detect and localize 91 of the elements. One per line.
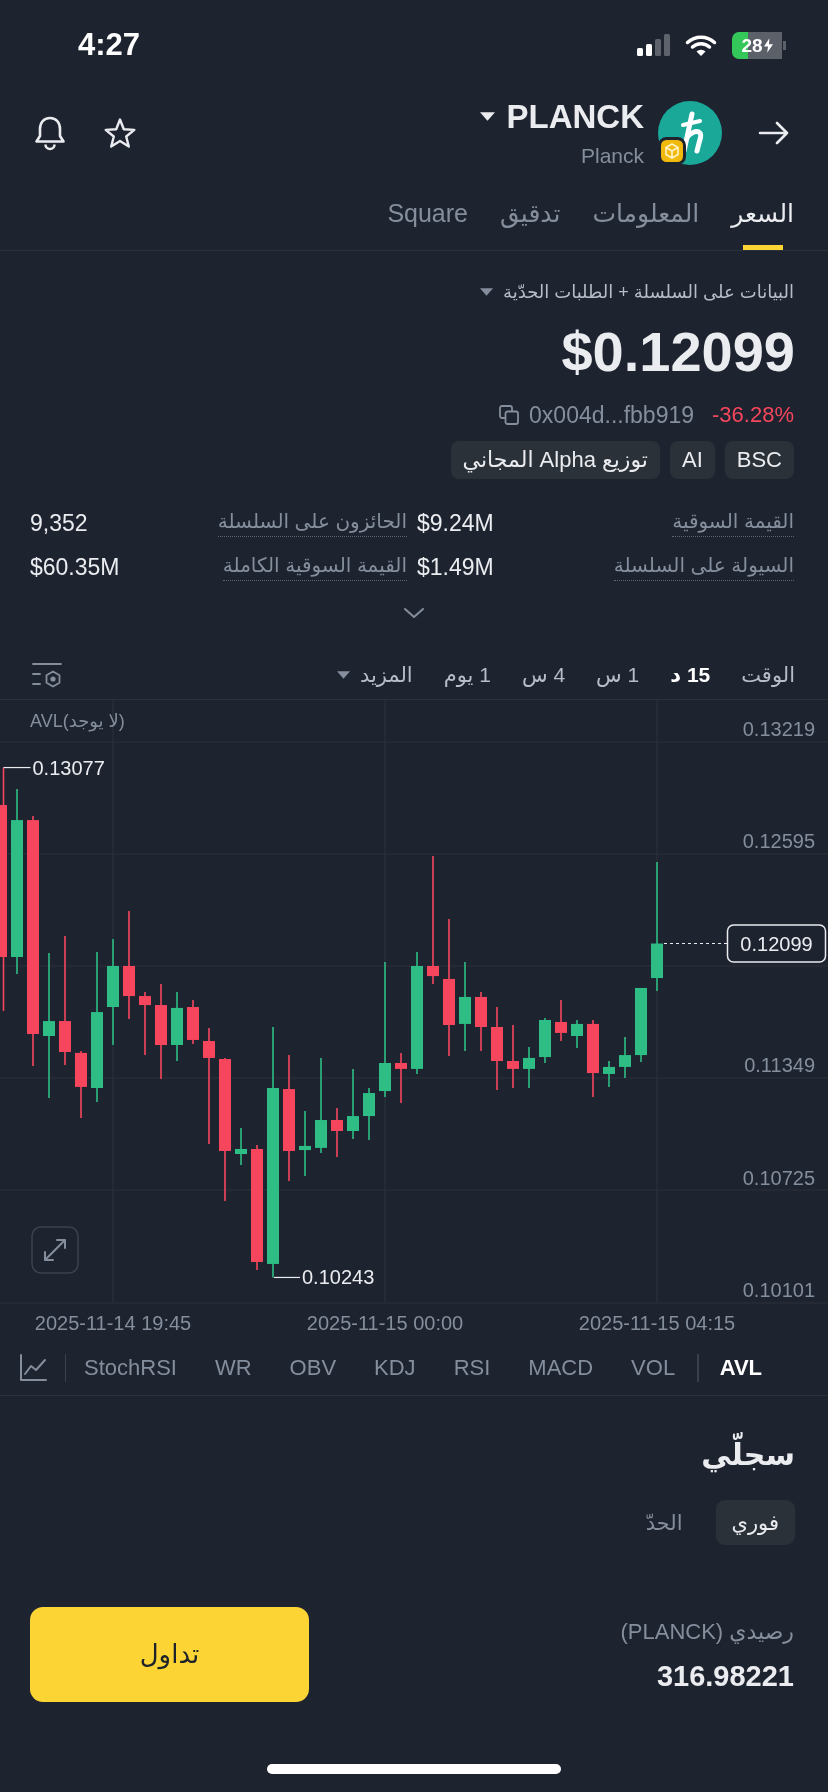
trade-button[interactable]: تداول (30, 1607, 309, 1702)
high-price-label: 0.13077 (32, 756, 105, 779)
stat-value: $9.24M (417, 509, 494, 537)
more-intervals-button[interactable]: المزيد (336, 662, 413, 687)
symbol-selector[interactable]: PLANCK (479, 98, 644, 135)
candle (539, 1017, 551, 1064)
caret-down-icon (480, 288, 494, 296)
tag: AI (669, 441, 715, 479)
price-leader-line (663, 942, 728, 945)
price-axis-label: 0.10725 (742, 1166, 815, 1189)
candle (603, 1060, 615, 1088)
time-axis-label: 2025-11-15 00:00 (306, 1312, 464, 1334)
indicator-tab[interactable]: AVL (719, 1354, 762, 1381)
price-change: -36.28% (712, 402, 794, 428)
wifi-icon (685, 33, 717, 57)
copy-icon[interactable] (499, 405, 520, 425)
token-name: Planck (580, 143, 644, 168)
candle (363, 1087, 375, 1141)
interval-tab[interactable]: 4 س (521, 662, 566, 687)
tag: BSC (724, 441, 794, 479)
candle (187, 999, 199, 1045)
tag: توزيع Alpha المجاني (450, 441, 660, 479)
candle (75, 1050, 87, 1119)
order-type-tab[interactable]: الحدّ (629, 1500, 699, 1545)
interval-label: الوقت (741, 662, 795, 687)
signal-icon (637, 34, 670, 56)
stat-label: السيولة على السلسلة (613, 553, 794, 581)
indicator-tab[interactable]: WR (214, 1354, 252, 1381)
indicator-tab[interactable]: VOL (631, 1354, 676, 1381)
candle (475, 991, 487, 1052)
last-price-tag: 0.12099 (726, 924, 827, 963)
tab[interactable]: السعر (731, 176, 794, 250)
indicator-tab[interactable]: RSI (453, 1354, 491, 1381)
caret-down-icon (336, 670, 350, 679)
charging-bolt-icon (763, 37, 773, 53)
line-chart-icon[interactable] (18, 1353, 47, 1382)
leader-line (273, 1276, 301, 1279)
candle (139, 991, 151, 1056)
candle (299, 1110, 311, 1177)
candle (619, 1036, 631, 1079)
price-axis-label: 0.13219 (742, 718, 815, 740)
fullscreen-button[interactable] (31, 1226, 79, 1274)
contract-address: 0x004d...fbb919 (529, 401, 695, 429)
candle (395, 1052, 407, 1104)
candle (571, 1019, 583, 1049)
indicator-tab[interactable]: KDJ (374, 1354, 416, 1381)
candle (523, 1046, 535, 1089)
interval-tab[interactable]: 15 د (670, 662, 711, 687)
data-source-selector[interactable]: البيانات على السلسلة + الطلبات الحدّية (480, 277, 794, 307)
caret-down-icon (479, 112, 495, 121)
section-title: سجلّي (701, 1432, 795, 1478)
balance-value: 316.98221 (656, 1658, 794, 1693)
indicator-label: AVL(لا يوجد) (30, 711, 125, 731)
chart-settings-icon[interactable] (32, 661, 62, 688)
tab[interactable]: Square (387, 176, 468, 250)
low-price-label: 0.10243 (302, 1266, 375, 1289)
price-value: $0.12099 (561, 320, 795, 384)
price-axis-label: 0.10101 (742, 1279, 815, 1301)
candle (171, 991, 183, 1062)
candle (507, 1024, 519, 1089)
balance-label: رصيدي (PLANCK) (620, 1617, 794, 1646)
price-axis-label: 0.11349 (744, 1054, 815, 1077)
status-time: 4:27 (78, 27, 141, 63)
candle (347, 1068, 359, 1140)
candle (235, 1127, 247, 1166)
candle (555, 999, 567, 1042)
time-axis-label: 2025-11-14 19:45 (34, 1312, 192, 1334)
tab[interactable]: تدقيق (500, 176, 561, 250)
star-icon[interactable] (103, 116, 137, 150)
chevron-down-icon[interactable] (403, 607, 425, 619)
arrow-right-icon[interactable] (758, 121, 790, 145)
stat-label: الحائزون على السلسلة (217, 509, 407, 537)
stat-label: القيمة السوقية الكاملة (222, 553, 407, 581)
order-type-tab[interactable]: فوري (715, 1500, 795, 1545)
leader-line (2, 766, 32, 769)
stat-value: 9,352 (30, 509, 88, 537)
interval-tab[interactable]: 1 س (596, 662, 640, 687)
time-axis-label: 2025-11-15 04:15 (578, 1312, 736, 1334)
notification-bell-icon[interactable] (33, 115, 67, 151)
stat-label: القيمة السوقية (672, 509, 794, 537)
indicator-tab[interactable]: OBV (289, 1354, 337, 1381)
indicator-tab[interactable]: StochRSI (84, 1354, 177, 1381)
candle (331, 1107, 343, 1158)
indicator-tab[interactable]: MACD (528, 1354, 594, 1381)
expand-icon (44, 1239, 66, 1261)
stat-value: $60.35M (30, 553, 120, 581)
chain-badge-icon (658, 137, 686, 165)
tab[interactable]: المعلومات (592, 176, 700, 250)
price-axis-label: 0.12595 (742, 830, 815, 853)
interval-tab[interactable]: 1 يوم (443, 662, 491, 687)
stat-value: $1.49M (417, 553, 494, 581)
